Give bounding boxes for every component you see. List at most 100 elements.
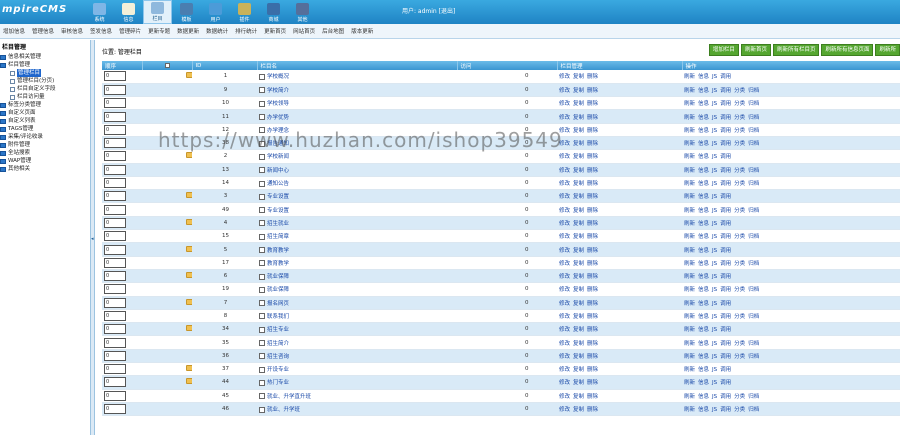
sidebar-item[interactable]: 自定义页面	[0, 109, 90, 117]
op-link[interactable]: 刷新	[684, 115, 695, 121]
op-link[interactable]: 调用	[720, 181, 731, 187]
order-input[interactable]: 0	[104, 178, 126, 189]
order-input[interactable]: 0	[104, 124, 126, 135]
quick-menu-item[interactable]: 版本更新	[351, 27, 373, 35]
manage-link[interactable]: 修改	[559, 248, 570, 254]
op-link[interactable]: JS	[712, 141, 717, 147]
manage-link[interactable]: 修改	[559, 274, 570, 280]
order-input[interactable]: 0	[104, 71, 126, 82]
order-input[interactable]: 0	[104, 164, 126, 175]
op-link[interactable]: 信息	[698, 327, 709, 333]
sidebar-item[interactable]: 全站搜索	[0, 149, 90, 157]
op-link[interactable]: 刷新	[684, 234, 695, 240]
nav-item-4[interactable]: 用户	[201, 0, 230, 24]
row-checkbox[interactable]	[259, 273, 265, 280]
manage-link[interactable]: 修改	[559, 407, 570, 413]
manage-link[interactable]: 删除	[587, 380, 598, 386]
op-link[interactable]: 分类	[734, 181, 745, 187]
op-link[interactable]: 调用	[720, 194, 731, 200]
sidebar-item[interactable]: 自定义列表	[0, 117, 90, 125]
op-link[interactable]: 调用	[720, 394, 731, 400]
op-link[interactable]: 信息	[698, 367, 709, 373]
manage-link[interactable]: 修改	[559, 181, 570, 187]
manage-link[interactable]: 删除	[587, 367, 598, 373]
op-link[interactable]: 信息	[698, 301, 709, 307]
row-checkbox[interactable]	[259, 180, 265, 187]
sidebar-item[interactable]: 标签分类管理	[0, 101, 90, 109]
manage-link[interactable]: 修改	[559, 261, 570, 267]
op-link[interactable]: 刷新	[684, 327, 695, 333]
quick-menu-item[interactable]: 管理信息	[32, 27, 54, 35]
op-link[interactable]: 信息	[698, 261, 709, 267]
op-link[interactable]: 归档	[748, 141, 759, 147]
manage-link[interactable]: 修改	[559, 115, 570, 121]
manage-link[interactable]: 修改	[559, 367, 570, 373]
op-link[interactable]: 信息	[698, 341, 709, 347]
class-name-link[interactable]: 开设专业	[267, 367, 289, 373]
manage-link[interactable]: 复制	[573, 261, 584, 267]
op-link[interactable]: JS	[712, 194, 717, 200]
class-name-link[interactable]: 就业、升学直升班	[267, 394, 311, 400]
manage-link[interactable]: 修改	[559, 208, 570, 214]
quick-menu-item[interactable]: 网站首页	[293, 27, 315, 35]
op-link[interactable]: 信息	[698, 101, 709, 107]
class-name-link[interactable]: 学校概况	[267, 74, 289, 80]
manage-link[interactable]: 修改	[559, 327, 570, 333]
order-input[interactable]: 0	[104, 284, 126, 295]
op-link[interactable]: 归档	[748, 168, 759, 174]
row-checkbox[interactable]	[259, 87, 265, 94]
op-link[interactable]: 信息	[698, 141, 709, 147]
action-button[interactable]: 增加栏目	[708, 44, 739, 56]
op-link[interactable]: JS	[712, 261, 717, 267]
op-link[interactable]: 分类	[734, 354, 745, 360]
op-link[interactable]: 信息	[698, 74, 709, 80]
nav-item-7[interactable]: 其他	[288, 0, 317, 24]
manage-link[interactable]: 修改	[559, 394, 570, 400]
op-link[interactable]: 调用	[720, 115, 731, 121]
op-link[interactable]: 归档	[748, 234, 759, 240]
order-input[interactable]: 0	[104, 404, 126, 415]
folder-icon[interactable]	[186, 192, 192, 199]
op-link[interactable]: 刷新	[684, 380, 695, 386]
class-name-link[interactable]: 就业、升学班	[267, 407, 300, 413]
op-link[interactable]: JS	[712, 287, 717, 293]
op-link[interactable]: 信息	[698, 380, 709, 386]
sidebar-item[interactable]: 栏目自定义字段	[0, 85, 90, 93]
op-link[interactable]: 调用	[720, 248, 731, 254]
folder-icon[interactable]	[186, 72, 192, 79]
class-name-link[interactable]: 招生专业	[267, 327, 289, 333]
op-link[interactable]: 分类	[734, 341, 745, 347]
folder-icon[interactable]	[186, 325, 192, 332]
row-checkbox[interactable]	[259, 100, 265, 107]
order-input[interactable]: 0	[104, 377, 126, 388]
manage-link[interactable]: 修改	[559, 154, 570, 160]
order-input[interactable]: 0	[104, 138, 126, 149]
op-link[interactable]: 调用	[720, 128, 731, 134]
op-link[interactable]: JS	[712, 367, 717, 373]
manage-link[interactable]: 删除	[587, 221, 598, 227]
op-link[interactable]: JS	[712, 274, 717, 280]
order-input[interactable]: 0	[104, 151, 126, 162]
op-link[interactable]: 归档	[748, 341, 759, 347]
row-checkbox[interactable]	[259, 207, 265, 214]
order-input[interactable]: 0	[104, 390, 126, 401]
class-name-link[interactable]: 通知公告	[267, 181, 289, 187]
manage-link[interactable]: 修改	[559, 341, 570, 347]
manage-link[interactable]: 复制	[573, 287, 584, 293]
class-name-link[interactable]: 办学理念	[267, 128, 289, 134]
quick-menu-item[interactable]: 更新首页	[264, 27, 286, 35]
op-link[interactable]: 信息	[698, 128, 709, 134]
op-link[interactable]: 调用	[720, 141, 731, 147]
op-link[interactable]: 刷新	[684, 287, 695, 293]
op-link[interactable]: 信息	[698, 354, 709, 360]
collapse-arrow-icon[interactable]: ◂	[91, 236, 94, 242]
op-link[interactable]: JS	[712, 208, 717, 214]
op-link[interactable]: 刷新	[684, 101, 695, 107]
manage-link[interactable]: 复制	[573, 128, 584, 134]
manage-link[interactable]: 复制	[573, 301, 584, 307]
row-checkbox[interactable]	[259, 127, 265, 134]
class-name-link[interactable]: 就业保障	[267, 287, 289, 293]
class-name-link[interactable]: 专业设置	[267, 194, 289, 200]
manage-link[interactable]: 复制	[573, 181, 584, 187]
op-link[interactable]: JS	[712, 407, 717, 413]
